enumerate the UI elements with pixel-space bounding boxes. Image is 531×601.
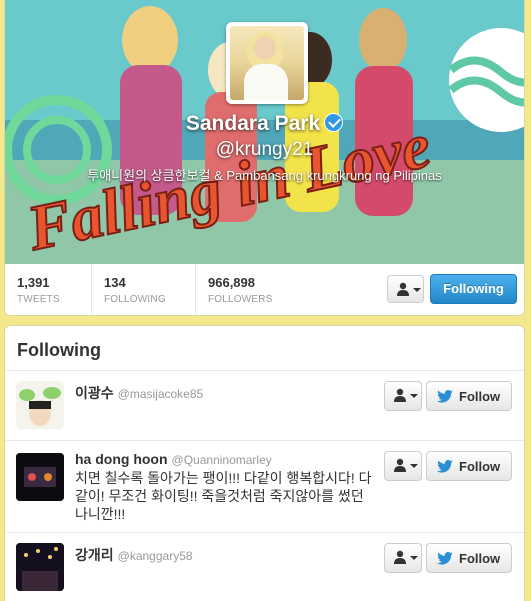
twitter-bird-icon <box>437 552 453 565</box>
user-handle[interactable]: @masijacoke85 <box>118 387 204 401</box>
follow-button[interactable]: Follow <box>426 543 512 573</box>
user-name[interactable]: 강개리 <box>75 547 114 563</box>
person-icon <box>394 388 406 402</box>
user-bio: 치면 칠수록 돌아가는 팽이!!! 다같이 행복합시다! 다같이! 무조건 화이… <box>75 470 372 522</box>
stat-following[interactable]: 134 FOLLOWING <box>91 264 195 315</box>
user-actions-button[interactable] <box>384 381 422 411</box>
profile-name: Sandara Park <box>5 112 524 136</box>
follow-label: Follow <box>459 389 501 404</box>
stat-tweets-label: TWEETS <box>17 294 60 305</box>
chevron-down-icon <box>410 464 418 468</box>
user-handle[interactable]: @kanggary58 <box>118 549 193 563</box>
user-name[interactable]: ha dong hoon <box>75 451 168 467</box>
follow-button[interactable]: Follow <box>426 451 512 481</box>
chevron-down-icon <box>410 556 418 560</box>
person-icon <box>397 282 409 296</box>
person-icon <box>394 550 406 564</box>
twitter-bird-icon <box>437 460 453 473</box>
avatar[interactable] <box>16 543 64 591</box>
user-actions-button[interactable] <box>384 543 422 573</box>
list-item: 강개리 @kanggary58 Follow <box>5 533 524 601</box>
list-item: ha dong hoon @Quanninomarley 치면 칠수록 돌아가는 … <box>5 441 524 533</box>
chevron-down-icon <box>410 394 418 398</box>
avatar[interactable] <box>16 453 64 501</box>
user-name-line: ha dong hoon @Quanninomarley <box>75 451 272 467</box>
follow-label: Follow <box>459 459 501 474</box>
profile-avatar[interactable] <box>226 22 308 104</box>
stat-followers-label: FOLLOWERS <box>208 294 273 305</box>
follow-button[interactable]: Follow <box>426 381 512 411</box>
profile-bio: 투애니원의 상큼한보컬 & Pambansang krungkrung ng P… <box>87 168 442 183</box>
panel-title: Following <box>17 340 101 360</box>
twitter-bird-icon <box>437 390 453 403</box>
stat-tweets[interactable]: 1,391 TWEETS <box>5 264 91 315</box>
profile-user-actions-button[interactable] <box>387 275 424 303</box>
user-handle[interactable]: @Quanninomarley <box>172 453 272 467</box>
stat-followers[interactable]: 966,898 FOLLOWERS <box>195 264 315 315</box>
verified-badge-icon <box>324 113 344 132</box>
person-icon <box>394 458 406 472</box>
chevron-down-icon <box>413 288 421 292</box>
profile-screen-name[interactable]: @krungy21 <box>5 139 524 161</box>
stat-following-value: 134 <box>104 275 126 290</box>
following-panel: Following 이광수 @masijacoke85 Follow ha do… <box>4 325 525 601</box>
user-name-line: 강개리 @kanggary58 <box>75 545 193 565</box>
stat-following-label: FOLLOWING <box>104 294 166 305</box>
following-button[interactable]: Following <box>430 274 517 304</box>
display-name-text: Sandara Park <box>185 112 321 135</box>
list-item: 이광수 @masijacoke85 Follow <box>5 371 524 441</box>
stat-followers-value: 966,898 <box>208 275 255 290</box>
user-actions-button[interactable] <box>384 451 422 481</box>
follow-label: Follow <box>459 551 501 566</box>
profile-stats-bar: 1,391 TWEETS 134 FOLLOWING 966,898 FOLLO… <box>5 264 524 315</box>
avatar[interactable] <box>16 381 64 429</box>
user-name-line: 이광수 @masijacoke85 <box>75 383 203 403</box>
stat-tweets-value: 1,391 <box>17 275 50 290</box>
profile-card: Falling in Love Sandara Park @krungy21 투… <box>4 0 525 316</box>
user-name[interactable]: 이광수 <box>75 385 114 401</box>
